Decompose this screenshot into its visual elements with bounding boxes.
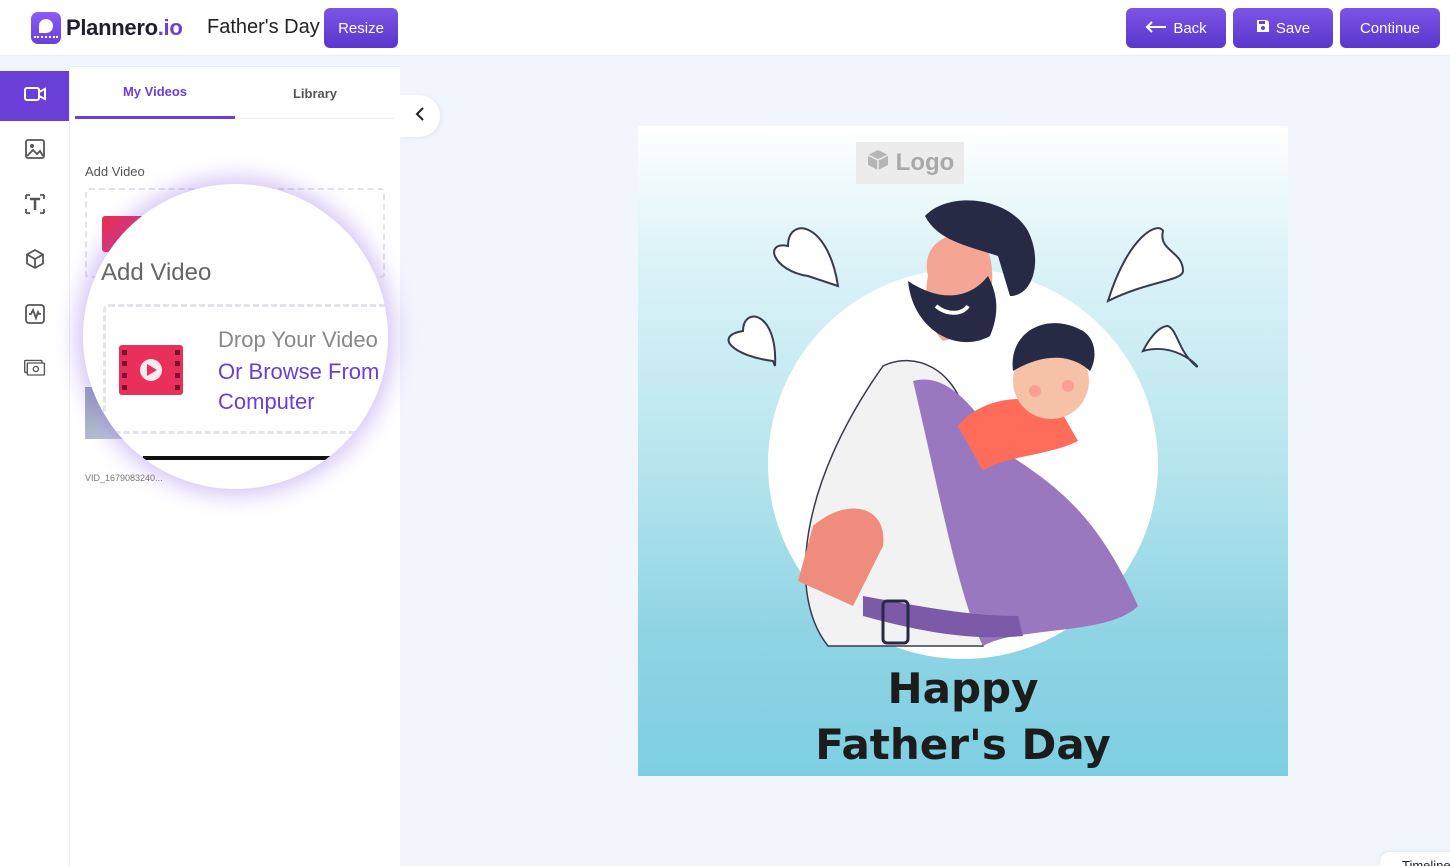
browse-computer-link[interactable]: Or Browse From Computer — [218, 357, 388, 417]
rail-backgrounds[interactable] — [0, 346, 69, 396]
greeting-line-2[interactable]: Father's Day — [638, 720, 1288, 769]
magnified-drop-zone[interactable]: Drop Your Video Or Browse From Computer — [103, 304, 388, 434]
back-button[interactable]: Back — [1126, 8, 1226, 48]
progress-bar — [143, 456, 343, 460]
rail-audio[interactable] — [0, 291, 69, 341]
text-icon — [23, 192, 47, 221]
audio-wave-icon — [23, 302, 47, 331]
rail-elements[interactable] — [0, 236, 69, 286]
tab-library[interactable]: Library — [235, 67, 395, 119]
document-title[interactable]: Father's Day — [207, 16, 320, 39]
video-camera-icon — [23, 82, 47, 111]
magnified-add-video-heading: Add Video — [101, 259, 212, 286]
browse-line-1: Or Browse From — [218, 359, 380, 384]
image-icon — [23, 137, 47, 166]
box-icon — [866, 148, 890, 179]
logo-icon — [31, 12, 61, 44]
film-play-icon — [119, 345, 183, 395]
drop-video-text: Drop Your Video — [218, 327, 378, 352]
rail-images[interactable] — [0, 126, 69, 176]
resize-label: Resize — [338, 19, 384, 37]
timeline-toggle[interactable]: Timeline — [1380, 852, 1450, 866]
app-logo[interactable]: Plannero.io — [31, 12, 183, 44]
floppy-disk-icon — [1256, 19, 1270, 37]
tool-rail — [0, 71, 70, 866]
save-button[interactable]: Save — [1233, 8, 1333, 48]
magnifier-overlay: Add Video Drop Your Video Or Browse From… — [83, 184, 388, 489]
browse-line-2: Computer — [218, 389, 315, 414]
save-label: Save — [1275, 19, 1311, 37]
chevron-left-icon — [415, 106, 425, 127]
collapse-panel-button[interactable] — [400, 95, 440, 137]
greeting-line-1[interactable]: Happy — [638, 664, 1288, 713]
continue-button[interactable]: Continue — [1340, 8, 1440, 48]
continue-label: Continue — [1359, 19, 1421, 37]
money-stack-icon — [23, 357, 47, 386]
tab-my-videos[interactable]: My Videos — [75, 67, 235, 119]
rail-videos[interactable] — [0, 71, 69, 121]
cube-icon — [23, 247, 47, 276]
arrow-left-icon — [1145, 20, 1167, 37]
design-canvas[interactable]: Logo Happy Father's Day — [638, 126, 1288, 776]
back-label: Back — [1173, 19, 1207, 37]
logo-placeholder[interactable]: Logo — [856, 142, 964, 184]
top-header: Plannero.io Father's Day Resize Back Sav… — [0, 0, 1450, 56]
logo-placeholder-text: Logo — [895, 149, 955, 176]
logo-text: Plannero.io — [66, 15, 183, 40]
panel-tabs: My Videos Library — [75, 67, 395, 119]
video-filename: VID_1679083240... — [85, 473, 163, 483]
add-video-heading: Add Video — [85, 164, 145, 179]
resize-button[interactable]: Resize — [324, 8, 398, 48]
rail-text[interactable] — [0, 181, 69, 231]
